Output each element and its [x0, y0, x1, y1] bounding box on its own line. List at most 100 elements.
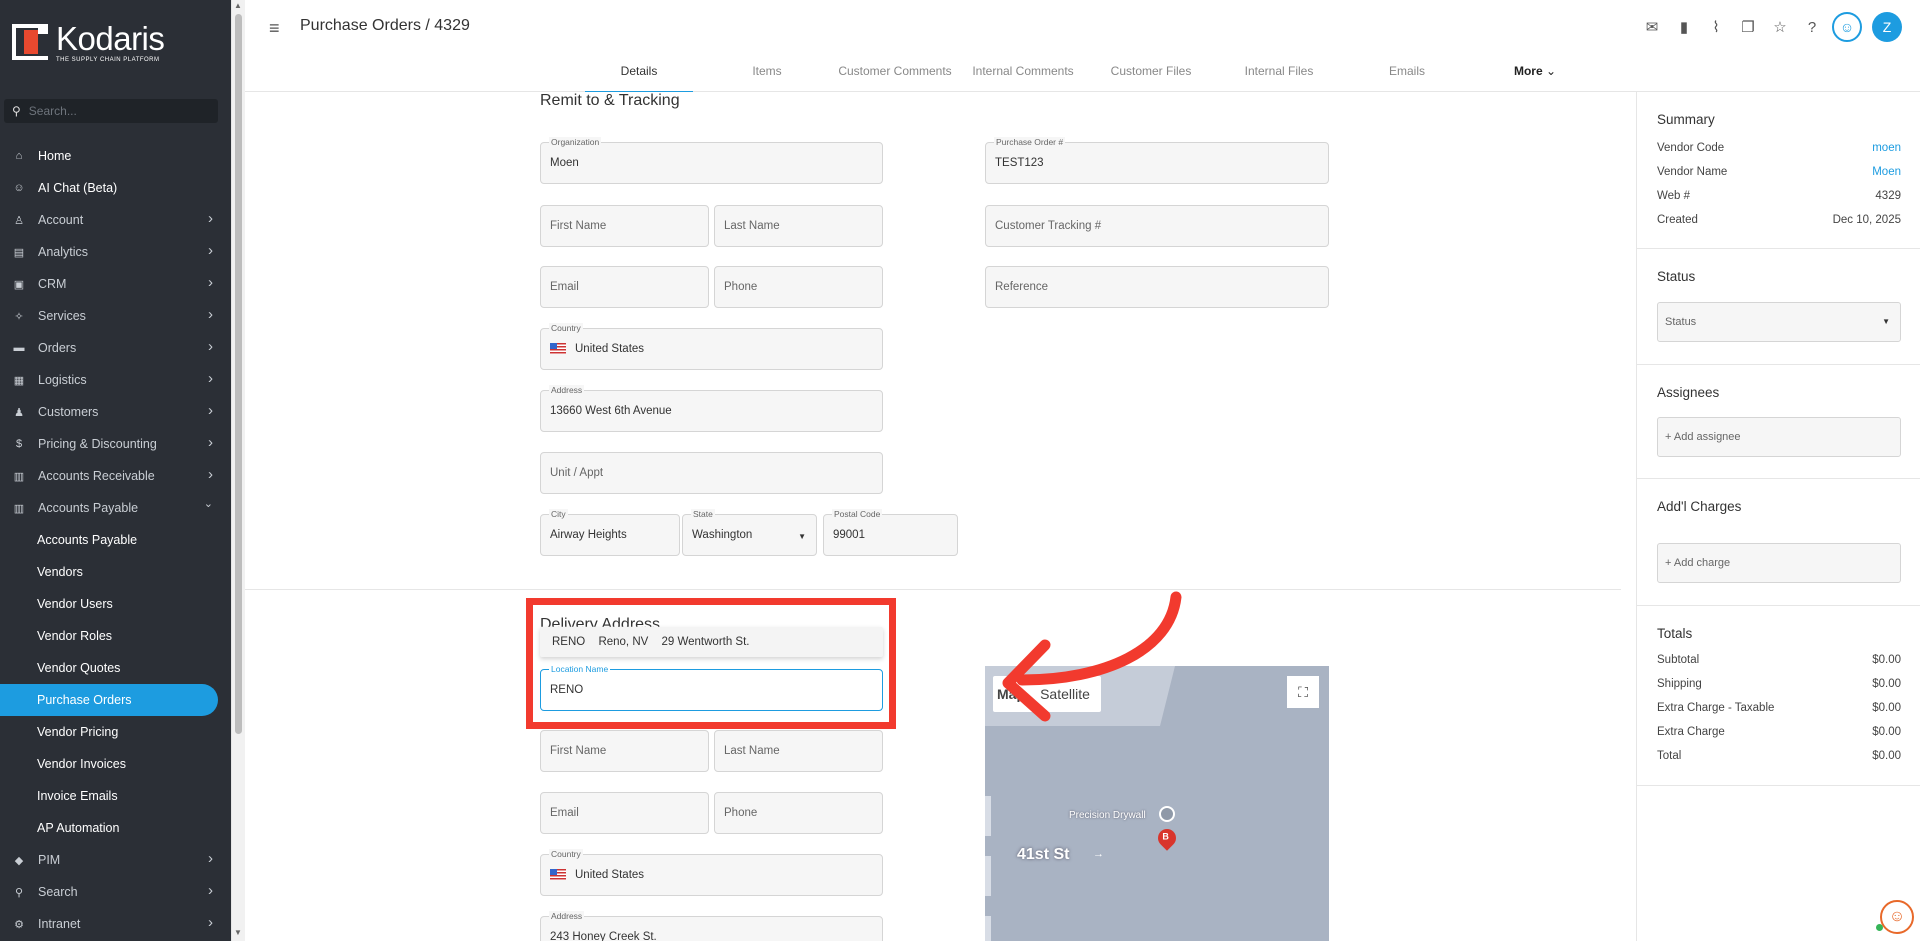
remit-email-field[interactable]: Email — [540, 266, 709, 308]
remit-postal-code-field[interactable]: Postal Code 99001 — [823, 509, 958, 556]
tab-internal-files[interactable]: Internal Files — [1215, 56, 1343, 92]
remit-phone-field[interactable]: Phone — [714, 266, 883, 308]
summary-row-value[interactable]: moen — [1872, 142, 1901, 162]
sidebar-scrollbar[interactable]: ▲ ▼ — [231, 0, 245, 941]
chat-widget-button[interactable]: ☺ — [1880, 900, 1914, 934]
tab-label: Details — [620, 64, 658, 78]
sidebar-item-accounts-payable[interactable]: ▥ Accounts Payable ⌄ — [0, 492, 231, 524]
sidebar-subitem-vendor-users[interactable]: Vendor Users — [0, 588, 231, 620]
map-pin-letter: B — [1162, 831, 1169, 842]
sidebar-subitem-vendors[interactable]: Vendors — [0, 556, 231, 588]
delivery-email-field[interactable]: Email — [540, 792, 709, 834]
pdf-download-icon[interactable]: ▮ — [1668, 18, 1700, 36]
purchase-order-number-field[interactable]: Purchase Order # TEST123 — [985, 137, 1329, 184]
menu-icon[interactable]: ≡ — [269, 18, 280, 39]
right-panel: Summary Vendor Code moen Vendor Name Moen We… — [1636, 92, 1920, 941]
sidebar-item-services[interactable]: ✧ Services › — [0, 300, 231, 332]
field-placeholder: Customer Tracking # — [995, 220, 1102, 232]
tab-items[interactable]: Items — [703, 56, 831, 92]
map-poi-marker-icon[interactable] — [1159, 806, 1175, 822]
remit-state-select[interactable]: State Washington ▼ — [682, 509, 817, 556]
status-select[interactable]: Status ▼ — [1657, 302, 1901, 342]
ai-assistant-icon[interactable]: ☺ — [1832, 12, 1862, 42]
delivery-country-field[interactable]: Country United States — [540, 849, 883, 896]
sidebar-subitem-invoice-emails[interactable]: Invoice Emails — [0, 780, 231, 812]
summary-row-label: Created — [1657, 214, 1698, 226]
delivery-phone-field[interactable]: Phone — [714, 792, 883, 834]
chevron-right-icon: › — [208, 914, 213, 931]
header-actions: ✉ ▮ ⌇ ❐ ☆ ? ☺ Z — [1636, 12, 1902, 42]
field-label: City — [549, 509, 568, 519]
status-placeholder: Status — [1665, 316, 1697, 328]
field-label: Address — [549, 911, 585, 921]
sidebar-item-search[interactable]: ⚲ Search › — [0, 876, 231, 908]
remit-country-field[interactable]: Country United States — [540, 323, 883, 370]
sidebar-subitem-vendor-pricing[interactable]: Vendor Pricing — [0, 716, 231, 748]
tab-customer-comments[interactable]: Customer Comments — [831, 56, 959, 92]
sidebar-subitem-vendor-invoices[interactable]: Vendor Invoices — [0, 748, 231, 780]
copy-icon[interactable]: ❐ — [1732, 18, 1764, 36]
user-avatar[interactable]: Z — [1872, 12, 1902, 42]
totals-row: Extra Charge - Taxable $0.00 — [1657, 702, 1901, 722]
attachment-icon[interactable]: ⌇ — [1700, 18, 1732, 36]
remit-last-name-field[interactable]: Last Name — [714, 205, 883, 247]
sidebar-subitem-accounts-payable[interactable]: Accounts Payable — [0, 524, 231, 556]
chevron-right-icon: › — [208, 882, 213, 899]
totals-row-value: $0.00 — [1872, 654, 1901, 666]
remit-unit-field[interactable]: Unit / Appt — [540, 452, 883, 494]
tab-emails[interactable]: Emails — [1343, 56, 1471, 92]
sidebar-item-pim[interactable]: ◆ PIM › — [0, 844, 231, 876]
sidebar-scrollbar-thumb[interactable] — [235, 14, 242, 734]
sidebar-subitem-purchase-orders[interactable]: Purchase Orders — [0, 684, 218, 716]
bank-icon: ▥ — [13, 470, 25, 483]
customer-tracking-field[interactable]: Customer Tracking # — [985, 205, 1329, 247]
sidebar-item-analytics[interactable]: ▤ Analytics › — [0, 236, 231, 268]
sidebar-item-orders[interactable]: ▬ Orders › — [0, 332, 231, 364]
kodaris-logo[interactable]: Kodaris THE SUPPLY CHAIN PLATFORM — [12, 19, 165, 63]
sidebar-item-pricing-discounting[interactable]: $ Pricing & Discounting › — [0, 428, 231, 460]
tab-label: Customer Comments — [838, 64, 952, 78]
sidebar-item-ai-chat-beta-[interactable]: ☺ AI Chat (Beta) — [0, 172, 231, 204]
reference-field[interactable]: Reference — [985, 266, 1329, 308]
organization-field[interactable]: Organization Moen — [540, 137, 883, 184]
tab-internal-comments[interactable]: Internal Comments — [959, 56, 1087, 92]
sidebar-subitem-vendor-roles[interactable]: Vendor Roles — [0, 620, 231, 652]
tab-label: Items — [752, 64, 782, 78]
sidebar-item-intranet[interactable]: ⚙ Intranet › — [0, 908, 231, 940]
delivery-map[interactable]: Map Satellite ⛶ Precision Drywall B 41st… — [985, 666, 1329, 941]
field-label: State — [691, 509, 715, 519]
sidebar-search-input[interactable] — [28, 104, 199, 118]
tab-details[interactable]: Details — [575, 56, 703, 93]
sidebar-item-label: Pricing & Discounting — [38, 437, 157, 451]
sidebar-item-label: Accounts Receivable — [38, 469, 155, 483]
car-icon: ▬ — [13, 342, 25, 354]
add-assignee-input[interactable]: + Add assignee — [1657, 417, 1901, 457]
sidebar-item-accounts-receivable[interactable]: ▥ Accounts Receivable › — [0, 460, 231, 492]
sidebar-item-label: Services — [38, 309, 86, 323]
sidebar-subitem-ap-automation[interactable]: AP Automation — [0, 812, 231, 844]
sidebar-item-home[interactable]: ⌂ Home — [0, 140, 231, 172]
satellite-view-button[interactable]: Satellite — [1029, 676, 1101, 712]
star-icon[interactable]: ☆ — [1764, 18, 1796, 36]
summary-row-value[interactable]: Moen — [1872, 166, 1901, 186]
sidebar-item-customers[interactable]: ♟ Customers › — [0, 396, 231, 428]
help-icon[interactable]: ? — [1796, 19, 1828, 36]
delivery-address-field[interactable]: Address 243 Honey Creek St. — [540, 911, 883, 941]
tab-more[interactable]: More ⌄ — [1471, 56, 1599, 92]
logo-name: Kodaris — [56, 19, 165, 57]
delivery-first-name-field[interactable]: First Name — [540, 730, 709, 772]
sidebar-item-account[interactable]: ♙ Account › — [0, 204, 231, 236]
tab-customer-files[interactable]: Customer Files — [1087, 56, 1215, 92]
remit-first-name-field[interactable]: First Name — [540, 205, 709, 247]
map-view-button[interactable]: Map — [993, 676, 1029, 712]
sidebar-item-label: Customers — [38, 405, 99, 419]
mail-icon[interactable]: ✉ — [1636, 18, 1668, 36]
add-charge-input[interactable]: + Add charge — [1657, 543, 1901, 583]
sidebar-item-crm[interactable]: ▣ CRM › — [0, 268, 231, 300]
delivery-last-name-field[interactable]: Last Name — [714, 730, 883, 772]
sidebar-item-logistics[interactable]: ▦ Logistics › — [0, 364, 231, 396]
fullscreen-icon[interactable]: ⛶ — [1287, 676, 1319, 708]
remit-address-field[interactable]: Address 13660 West 6th Avenue — [540, 385, 883, 432]
sidebar-subitem-vendor-quotes[interactable]: Vendor Quotes — [0, 652, 231, 684]
remit-city-field[interactable]: City Airway Heights — [540, 509, 680, 556]
